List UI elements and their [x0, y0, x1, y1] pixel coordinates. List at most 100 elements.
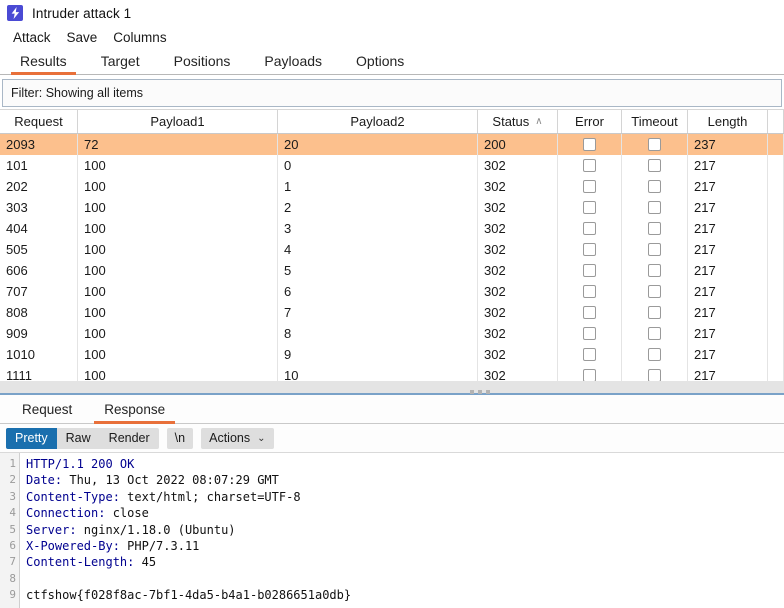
- checkbox-icon[interactable]: [648, 264, 661, 277]
- checkbox-icon[interactable]: [648, 138, 661, 151]
- checkbox-icon[interactable]: [648, 180, 661, 193]
- intruder-attack-window: Intruder attack 1 Attack Save Columns Re…: [0, 0, 784, 608]
- column-header-status[interactable]: Status ∧: [478, 110, 558, 133]
- column-header-payload2[interactable]: Payload2: [278, 110, 478, 133]
- column-header-error[interactable]: Error: [558, 110, 622, 133]
- checkbox-icon[interactable]: [648, 327, 661, 340]
- drag-grip-dots-icon[interactable]: [470, 390, 490, 394]
- column-header-length[interactable]: Length: [688, 110, 768, 133]
- checkbox-icon[interactable]: [583, 159, 596, 172]
- table-row[interactable]: 505 100 4 302 217: [0, 239, 784, 260]
- column-header-payload1[interactable]: Payload1: [78, 110, 278, 133]
- cell-timeout-checkbox[interactable]: [622, 218, 688, 239]
- cell-timeout-checkbox[interactable]: [622, 281, 688, 302]
- view-mode-raw-button[interactable]: Raw: [56, 427, 100, 449]
- cell-timeout-checkbox[interactable]: [622, 323, 688, 344]
- cell-filler: [768, 134, 784, 155]
- cell-timeout-checkbox[interactable]: [622, 302, 688, 323]
- actions-button[interactable]: Actions ⌄: [201, 427, 274, 449]
- cell-error-checkbox[interactable]: [558, 239, 622, 260]
- cell-error-checkbox[interactable]: [558, 281, 622, 302]
- tab-response[interactable]: Response: [88, 395, 181, 424]
- tab-payloads[interactable]: Payloads: [247, 48, 339, 74]
- cell-timeout-checkbox[interactable]: [622, 176, 688, 197]
- table-row[interactable]: 2093 72 20 200 237: [0, 134, 784, 155]
- checkbox-icon[interactable]: [648, 306, 661, 319]
- cell-timeout-checkbox[interactable]: [622, 260, 688, 281]
- checkbox-icon[interactable]: [583, 264, 596, 277]
- cell-error-checkbox[interactable]: [558, 218, 622, 239]
- window-title: Intruder attack 1: [32, 5, 132, 21]
- cell-error-checkbox[interactable]: [558, 302, 622, 323]
- cell-error-checkbox[interactable]: [558, 155, 622, 176]
- table-row[interactable]: 202 100 1 302 217: [0, 176, 784, 197]
- cell-error-checkbox[interactable]: [558, 260, 622, 281]
- checkbox-icon[interactable]: [583, 222, 596, 235]
- checkbox-icon[interactable]: [583, 348, 596, 361]
- tab-request[interactable]: Request: [6, 395, 88, 423]
- table-row[interactable]: 909 100 8 302 217: [0, 323, 784, 344]
- column-header-timeout[interactable]: Timeout: [622, 110, 688, 133]
- cell-length: 217: [688, 302, 768, 323]
- cell-error-checkbox[interactable]: [558, 176, 622, 197]
- cell-timeout-checkbox[interactable]: [622, 239, 688, 260]
- tab-results[interactable]: Results: [3, 48, 84, 75]
- menu-item-attack[interactable]: Attack: [5, 29, 59, 46]
- cell-error-checkbox[interactable]: [558, 134, 622, 155]
- checkbox-icon[interactable]: [583, 369, 596, 381]
- column-header-request[interactable]: Request: [0, 110, 78, 133]
- table-row[interactable]: 303 100 2 302 217: [0, 197, 784, 218]
- view-mode-pretty-button[interactable]: Pretty: [6, 427, 57, 449]
- checkbox-icon[interactable]: [583, 201, 596, 214]
- checkbox-icon[interactable]: [648, 222, 661, 235]
- newline-toggle-button[interactable]: \n: [166, 427, 194, 449]
- cell-error-checkbox[interactable]: [558, 344, 622, 365]
- checkbox-icon[interactable]: [648, 369, 661, 381]
- table-row[interactable]: 1010 100 9 302 217: [0, 344, 784, 365]
- cell-timeout-checkbox[interactable]: [622, 365, 688, 381]
- checkbox-icon[interactable]: [583, 243, 596, 256]
- cell-timeout-checkbox[interactable]: [622, 344, 688, 365]
- response-body-text[interactable]: HTTP/1.1 200 OK Date: Thu, 13 Oct 2022 08…: [20, 453, 784, 608]
- cell-payload2: 9: [278, 344, 478, 365]
- chevron-down-icon: ⌄: [257, 432, 266, 444]
- tab-positions[interactable]: Positions: [157, 48, 248, 74]
- cell-error-checkbox[interactable]: [558, 323, 622, 344]
- checkbox-icon[interactable]: [583, 180, 596, 193]
- cell-timeout-checkbox[interactable]: [622, 134, 688, 155]
- cell-status: 302: [478, 239, 558, 260]
- table-row[interactable]: 404 100 3 302 217: [0, 218, 784, 239]
- cell-payload2: 0: [278, 155, 478, 176]
- cell-status: 302: [478, 218, 558, 239]
- view-mode-render-button[interactable]: Render: [99, 427, 159, 449]
- table-row[interactable]: 707 100 6 302 217: [0, 281, 784, 302]
- checkbox-icon[interactable]: [648, 243, 661, 256]
- table-row[interactable]: 606 100 5 302 217: [0, 260, 784, 281]
- checkbox-icon[interactable]: [583, 327, 596, 340]
- cell-filler: [768, 281, 784, 302]
- response-viewer[interactable]: 123456789 HTTP/1.1 200 OK Date: Thu, 13 O…: [0, 452, 784, 608]
- cell-payload1: 100: [78, 323, 278, 344]
- results-table-body[interactable]: 2093 72 20 200 237 101 100 0 302 217 202 100 1 302 217…: [0, 134, 784, 381]
- menu-item-columns[interactable]: Columns: [105, 29, 174, 46]
- filter-bar[interactable]: Filter: Showing all items: [2, 79, 782, 107]
- checkbox-icon[interactable]: [648, 159, 661, 172]
- checkbox-icon[interactable]: [583, 285, 596, 298]
- checkbox-icon[interactable]: [648, 285, 661, 298]
- table-row[interactable]: 1111 100 10 302 217: [0, 365, 784, 381]
- checkbox-icon[interactable]: [583, 306, 596, 319]
- cell-timeout-checkbox[interactable]: [622, 197, 688, 218]
- cell-timeout-checkbox[interactable]: [622, 155, 688, 176]
- results-table-header: Request Payload1 Payload2 Status ∧ Error…: [0, 109, 784, 134]
- menu-item-save[interactable]: Save: [59, 29, 106, 46]
- tab-target[interactable]: Target: [84, 48, 157, 74]
- table-row[interactable]: 101 100 0 302 217: [0, 155, 784, 176]
- checkbox-icon[interactable]: [648, 348, 661, 361]
- cell-error-checkbox[interactable]: [558, 365, 622, 381]
- checkbox-icon[interactable]: [648, 201, 661, 214]
- panel-splitter[interactable]: [0, 381, 784, 395]
- checkbox-icon[interactable]: [583, 138, 596, 151]
- tab-options[interactable]: Options: [339, 48, 421, 74]
- cell-error-checkbox[interactable]: [558, 197, 622, 218]
- table-row[interactable]: 808 100 7 302 217: [0, 302, 784, 323]
